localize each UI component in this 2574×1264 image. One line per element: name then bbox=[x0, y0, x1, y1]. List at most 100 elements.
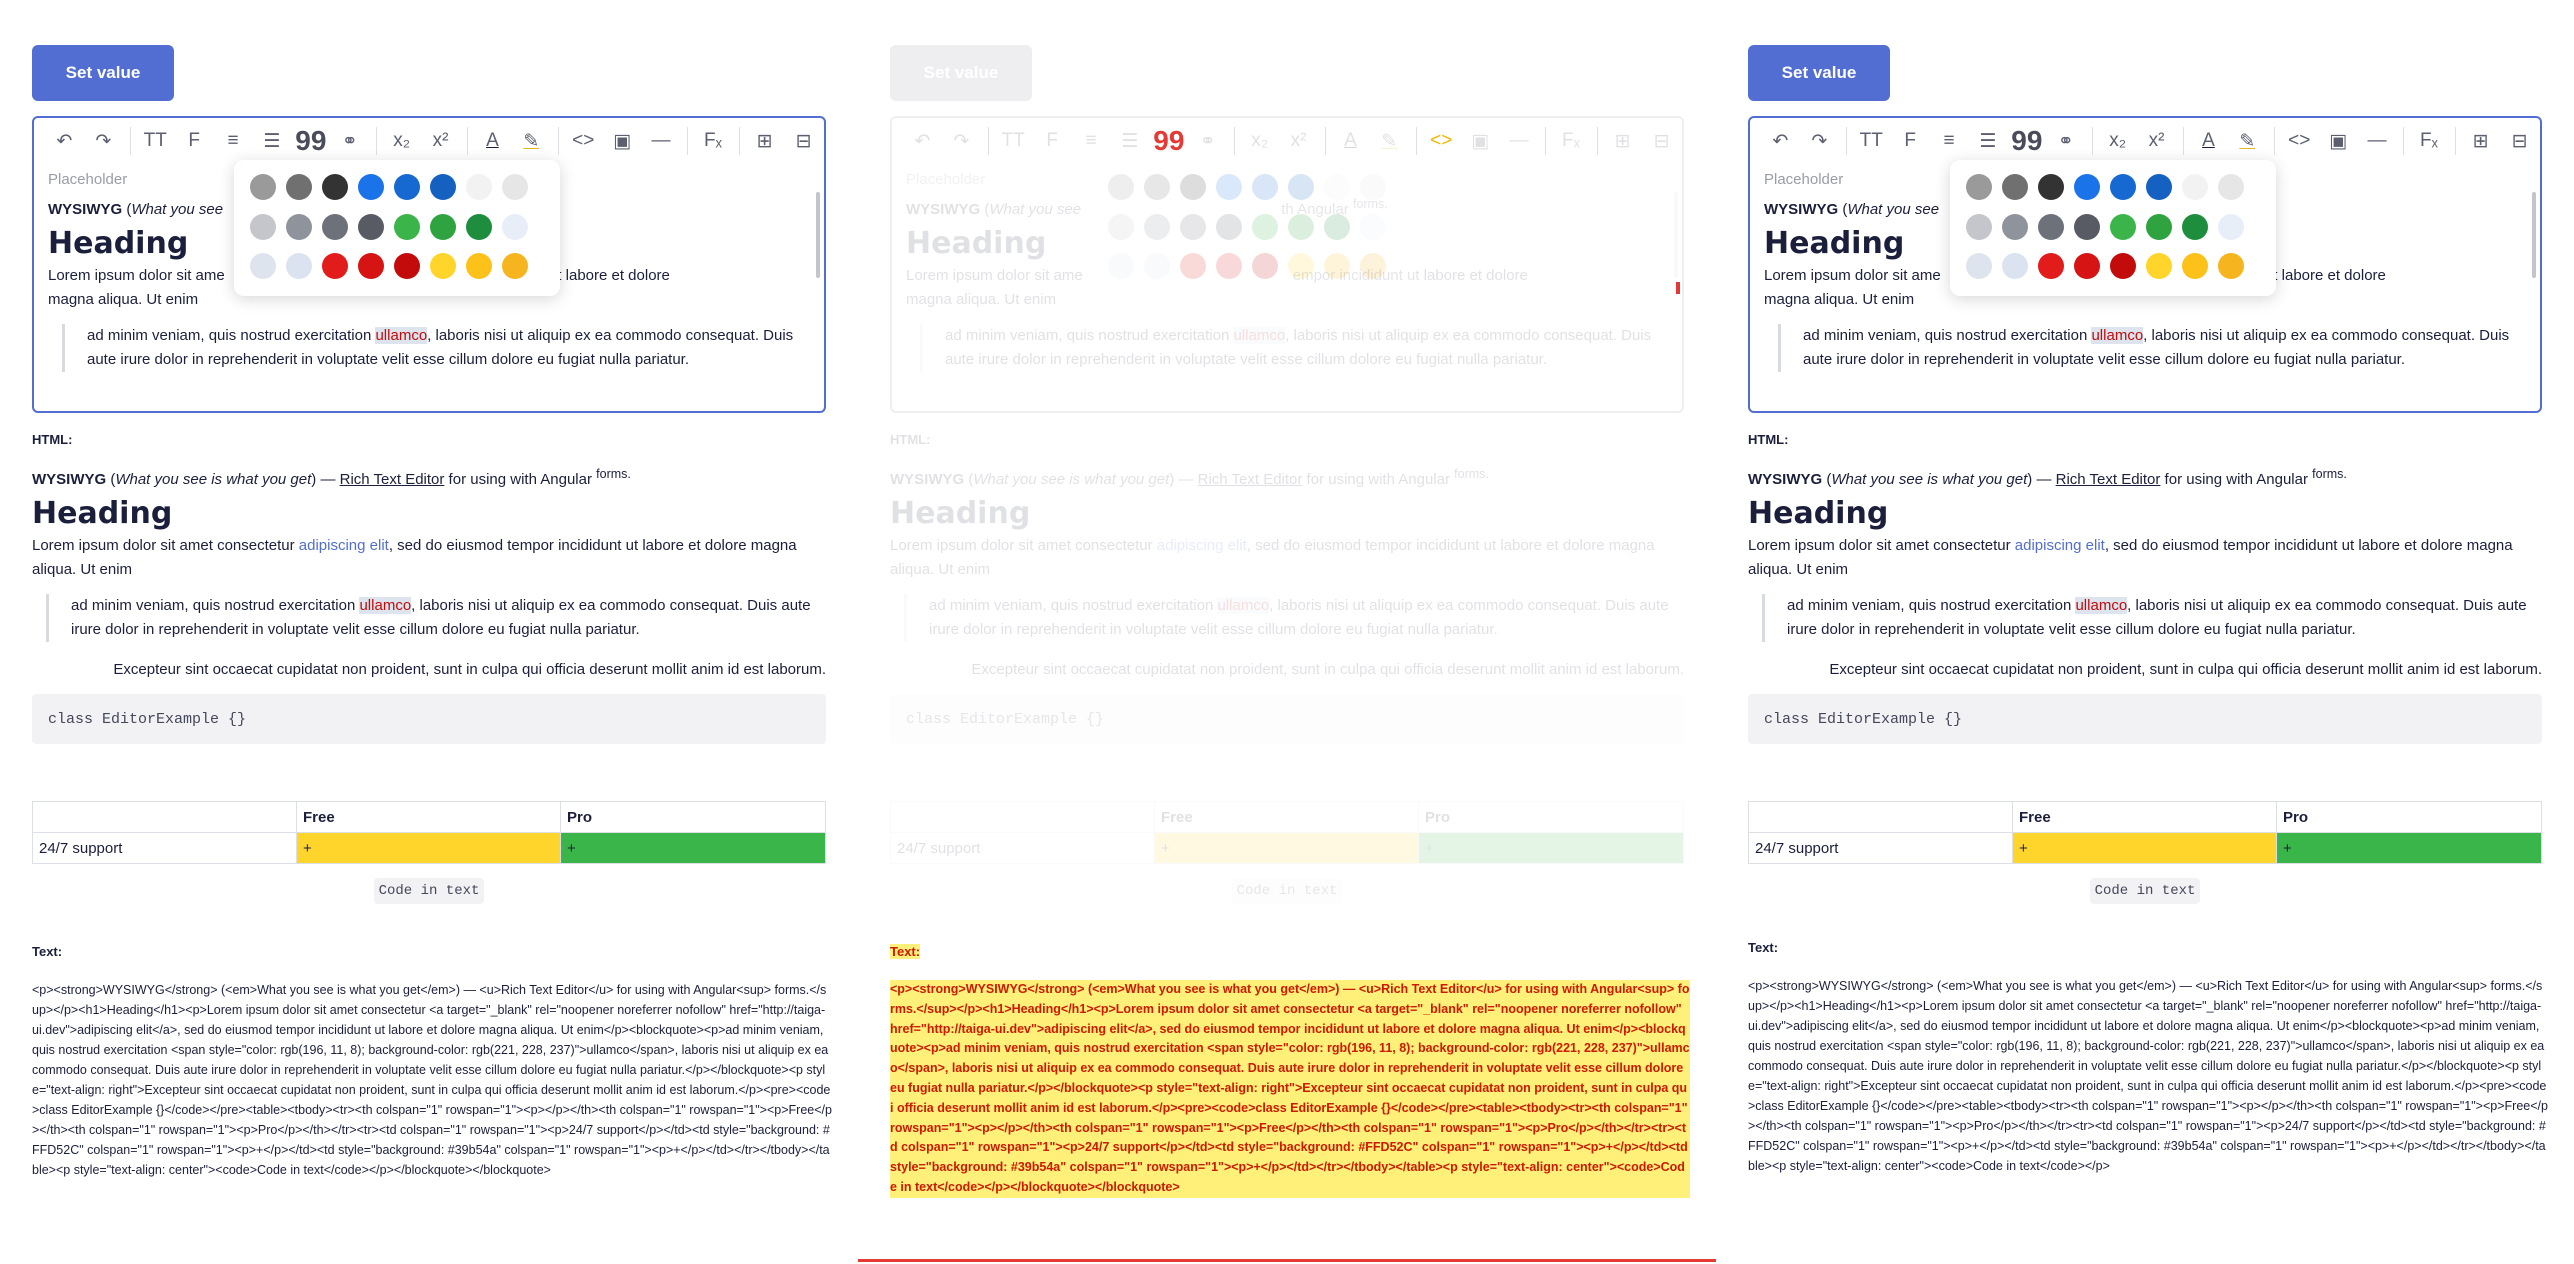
color-swatch[interactable] bbox=[1360, 174, 1386, 200]
superscript-icon[interactable]: x² bbox=[422, 122, 459, 160]
color-swatch[interactable] bbox=[1252, 213, 1278, 240]
horizontal-rule-icon[interactable]: — bbox=[643, 122, 680, 160]
font-icon[interactable]: F bbox=[1892, 122, 1929, 160]
list-icon[interactable]: ☰ bbox=[254, 122, 291, 160]
color-swatch[interactable] bbox=[1966, 174, 1992, 200]
color-swatch[interactable] bbox=[1180, 213, 1206, 240]
horizontal-rule-icon[interactable]: — bbox=[2359, 122, 2396, 160]
clear-format-icon[interactable]: Fₓ bbox=[1552, 122, 1589, 160]
table-row-icon[interactable]: ⊟ bbox=[2501, 122, 2538, 160]
editor[interactable]: ↶ ↷ TT F ≡ ☰ 99 ⚭ x₂ x² A ✎ <> ▣ — Fₓ ⊞ … bbox=[890, 116, 1684, 413]
color-swatch[interactable] bbox=[2218, 174, 2244, 200]
font-icon[interactable]: F bbox=[176, 122, 213, 160]
color-swatch[interactable] bbox=[322, 253, 348, 280]
color-swatch[interactable] bbox=[1288, 253, 1314, 280]
color-swatch[interactable] bbox=[2074, 174, 2100, 200]
table-icon[interactable]: ⊞ bbox=[2462, 122, 2499, 160]
quote-icon[interactable]: 99 bbox=[2008, 122, 2045, 160]
redo-icon[interactable]: ↷ bbox=[1801, 122, 1838, 160]
code-icon[interactable]: <> bbox=[2281, 122, 2318, 160]
color-swatch[interactable] bbox=[1216, 213, 1242, 240]
color-swatch[interactable] bbox=[2074, 213, 2100, 240]
color-swatch[interactable] bbox=[2110, 174, 2136, 200]
superscript-icon[interactable]: x² bbox=[2138, 122, 2175, 160]
preview-link[interactable]: adipiscing elit bbox=[299, 537, 389, 554]
preview-link[interactable]: adipiscing elit bbox=[1157, 537, 1247, 554]
set-value-button[interactable]: Set value bbox=[890, 45, 1032, 101]
undo-icon[interactable]: ↶ bbox=[1762, 122, 1799, 160]
color-swatch[interactable] bbox=[322, 213, 348, 240]
color-swatch[interactable] bbox=[502, 253, 528, 280]
image-icon[interactable]: ▣ bbox=[2320, 122, 2357, 160]
color-swatch[interactable] bbox=[502, 174, 528, 200]
color-swatch[interactable] bbox=[1180, 253, 1206, 280]
color-swatch[interactable] bbox=[358, 213, 384, 240]
link-icon[interactable]: ⚭ bbox=[2047, 122, 2084, 160]
superscript-icon[interactable]: x² bbox=[1280, 122, 1317, 160]
preview-link[interactable]: adipiscing elit bbox=[2015, 537, 2105, 554]
color-swatch[interactable] bbox=[502, 213, 528, 240]
color-swatch[interactable] bbox=[2146, 253, 2172, 280]
table-icon[interactable]: ⊞ bbox=[1604, 122, 1641, 160]
color-swatch[interactable] bbox=[1324, 174, 1350, 200]
color-swatch[interactable] bbox=[394, 213, 420, 240]
align-icon[interactable]: ≡ bbox=[1073, 122, 1110, 160]
color-swatch[interactable] bbox=[1360, 253, 1386, 280]
code-icon[interactable]: <> bbox=[1423, 122, 1460, 160]
color-swatch[interactable] bbox=[1966, 253, 1992, 280]
image-icon[interactable]: ▣ bbox=[1462, 122, 1499, 160]
redo-icon[interactable]: ↷ bbox=[943, 122, 980, 160]
color-swatch[interactable] bbox=[2146, 213, 2172, 240]
color-swatch[interactable] bbox=[286, 174, 312, 200]
font-size-icon[interactable]: TT bbox=[1853, 122, 1890, 160]
font-size-icon[interactable]: TT bbox=[137, 122, 174, 160]
color-swatch[interactable] bbox=[1108, 174, 1134, 200]
editor[interactable]: ↶ ↷ TT F ≡ ☰ 99 ⚭ x₂ x² A ✎ <> ▣ — Fₓ ⊞ … bbox=[32, 116, 826, 413]
color-swatch[interactable] bbox=[1144, 213, 1170, 240]
color-swatch[interactable] bbox=[250, 174, 276, 200]
color-swatch[interactable] bbox=[1966, 213, 1992, 240]
color-swatch[interactable] bbox=[394, 174, 420, 200]
color-swatch[interactable] bbox=[286, 253, 312, 280]
clear-format-icon[interactable]: Fₓ bbox=[694, 122, 731, 160]
color-swatch[interactable] bbox=[2218, 253, 2244, 280]
align-icon[interactable]: ≡ bbox=[1931, 122, 1968, 160]
quote-icon[interactable]: 99 bbox=[292, 122, 329, 160]
editor-scrollbar[interactable] bbox=[2532, 192, 2536, 278]
table-row-icon[interactable]: ⊟ bbox=[785, 122, 822, 160]
align-icon[interactable]: ≡ bbox=[215, 122, 252, 160]
color-swatch[interactable] bbox=[430, 253, 456, 280]
color-swatch[interactable] bbox=[1324, 253, 1350, 280]
color-swatch[interactable] bbox=[1108, 213, 1134, 240]
editor-scrollbar[interactable] bbox=[816, 192, 820, 278]
font-icon[interactable]: F bbox=[1034, 122, 1071, 160]
undo-icon[interactable]: ↶ bbox=[46, 122, 83, 160]
image-icon[interactable]: ▣ bbox=[604, 122, 641, 160]
redo-icon[interactable]: ↷ bbox=[85, 122, 122, 160]
color-swatch[interactable] bbox=[1144, 253, 1170, 280]
highlight-color-icon[interactable]: ✎ bbox=[1371, 122, 1408, 160]
color-swatch[interactable] bbox=[1216, 253, 1242, 280]
set-value-button[interactable]: Set value bbox=[1748, 45, 1890, 101]
subscript-icon[interactable]: x₂ bbox=[2099, 122, 2136, 160]
font-color-icon[interactable]: A bbox=[474, 122, 511, 160]
link-icon[interactable]: ⚭ bbox=[1189, 122, 1226, 160]
color-swatch[interactable] bbox=[2002, 253, 2028, 280]
set-value-button[interactable]: Set value bbox=[32, 45, 174, 101]
color-swatch[interactable] bbox=[2110, 253, 2136, 280]
highlight-color-icon[interactable]: ✎ bbox=[513, 122, 550, 160]
color-swatch[interactable] bbox=[2074, 253, 2100, 280]
color-swatch[interactable] bbox=[322, 174, 348, 200]
list-icon[interactable]: ☰ bbox=[1970, 122, 2007, 160]
color-swatch[interactable] bbox=[1288, 174, 1314, 200]
color-swatch[interactable] bbox=[358, 174, 384, 200]
color-swatch[interactable] bbox=[1252, 174, 1278, 200]
color-swatch[interactable] bbox=[1108, 253, 1134, 280]
quote-icon[interactable]: 99 bbox=[1150, 122, 1187, 160]
table-row-icon[interactable]: ⊟ bbox=[1643, 122, 1680, 160]
color-swatch[interactable] bbox=[250, 213, 276, 240]
table-icon[interactable]: ⊞ bbox=[746, 122, 783, 160]
color-swatch[interactable] bbox=[1360, 213, 1386, 240]
clear-format-icon[interactable]: Fₓ bbox=[2410, 122, 2447, 160]
editor[interactable]: ↶ ↷ TT F ≡ ☰ 99 ⚭ x₂ x² A ✎ <> ▣ — Fₓ ⊞ … bbox=[1748, 116, 2542, 413]
